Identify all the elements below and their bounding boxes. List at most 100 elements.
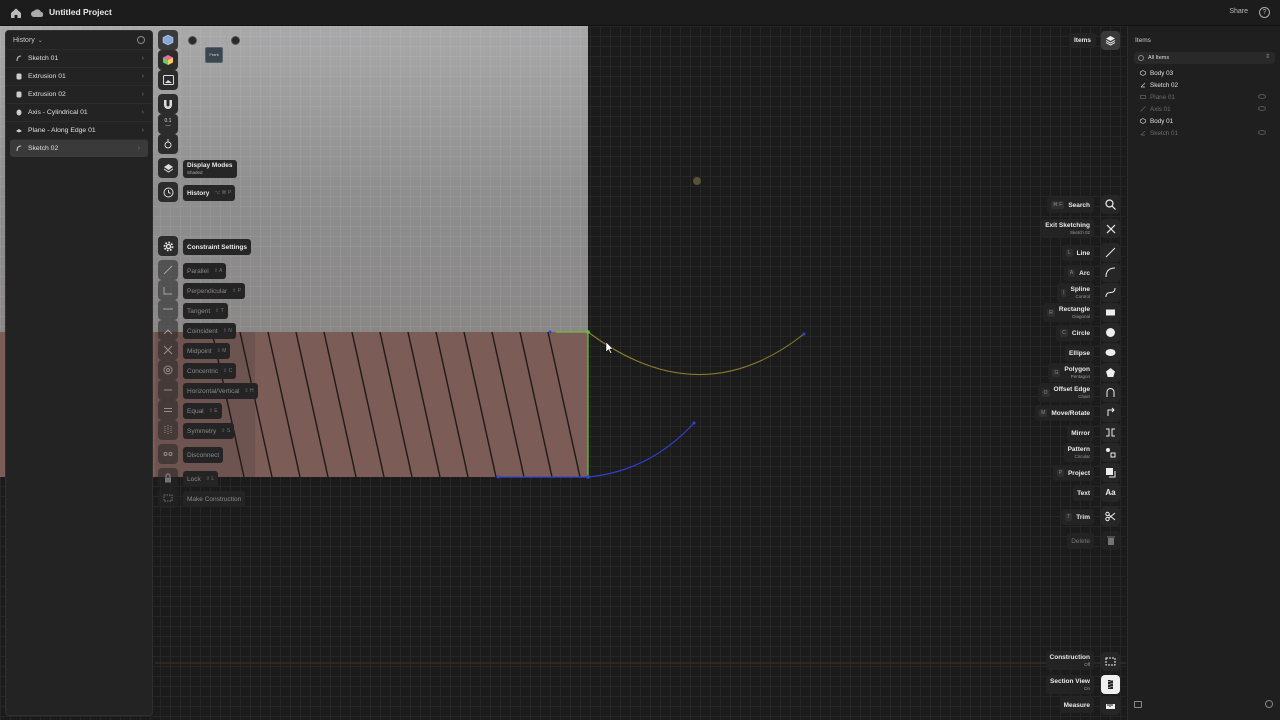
history-header[interactable]: History ⌄ <box>6 31 152 49</box>
sketch-point[interactable] <box>802 332 806 336</box>
move-rotate-tool-button[interactable] <box>1101 403 1120 422</box>
circle-label[interactable]: C Circle <box>1056 325 1094 341</box>
disconnect-button[interactable] <box>158 444 178 464</box>
offset-edge-label[interactable]: O Offset Edge Chain <box>1037 383 1094 402</box>
polygon-tool-button[interactable] <box>1101 363 1120 382</box>
equal-label[interactable]: Equal ⇧ E <box>183 403 222 419</box>
delete-label[interactable]: Delete <box>1067 533 1094 549</box>
perpendicular-constraint-button[interactable] <box>158 280 178 300</box>
tangent-constraint-button[interactable] <box>158 300 178 320</box>
lock-label[interactable]: Lock ⇧ L <box>183 471 219 487</box>
item-row[interactable]: Sketch 02 <box>1140 80 1178 90</box>
section-view-label[interactable]: Section View On <box>1046 675 1094 694</box>
lock-button[interactable] <box>158 468 178 488</box>
parallel-constraint-button[interactable] <box>158 260 178 280</box>
chevron-right-icon[interactable]: › <box>138 145 140 152</box>
ellipse-tool-button[interactable] <box>1101 343 1120 362</box>
item-row[interactable]: Plane 01 <box>1140 92 1175 102</box>
appearance-button[interactable] <box>158 50 178 70</box>
midpoint-constraint-button[interactable] <box>158 340 178 360</box>
sketch-arc-preview[interactable] <box>587 331 805 376</box>
arc-center-point[interactable] <box>693 177 701 185</box>
concentric-constraint-button[interactable] <box>158 360 178 380</box>
history-item-active[interactable]: Sketch 02 › <box>10 139 148 157</box>
items-toggle-label[interactable]: Items <box>1069 33 1096 48</box>
history-label[interactable]: History ⌥ ⌘ P <box>183 185 236 201</box>
text-label[interactable]: Text <box>1073 485 1094 501</box>
chevron-right-icon[interactable]: › <box>142 127 144 134</box>
sketch-point[interactable] <box>586 475 590 479</box>
constraint-settings-button[interactable] <box>158 236 178 256</box>
chevron-right-icon[interactable]: › <box>142 109 144 116</box>
history-item[interactable]: Plane - Along Edge 01 › <box>6 121 152 139</box>
items-filter-dropdown[interactable]: All Items ⇕ <box>1134 52 1275 64</box>
concentric-label[interactable]: Concentric ⇧ C <box>183 363 237 379</box>
pattern-tool-button[interactable] <box>1101 443 1120 462</box>
snap-button[interactable] <box>158 94 178 114</box>
polygon-label[interactable]: G Polygon Pentagon <box>1048 363 1094 382</box>
arc-tool-button[interactable] <box>1101 263 1120 282</box>
measure-label[interactable]: Measure <box>1059 697 1094 713</box>
construction-toggle-button[interactable] <box>1101 652 1120 671</box>
make-construction-label[interactable]: Make Construction <box>183 491 246 507</box>
coincident-label[interactable]: Coincident ⇧ N <box>183 323 236 339</box>
sketch-point[interactable] <box>586 330 590 334</box>
chevron-right-icon[interactable]: › <box>142 91 144 98</box>
constraint-settings-label[interactable]: Constraint Settings <box>183 239 251 255</box>
history-button[interactable] <box>158 182 178 202</box>
display-modes-label[interactable]: Display Modes Shaded <box>183 160 237 178</box>
equal-constraint-button[interactable] <box>158 400 178 420</box>
items-toggle-button[interactable] <box>1101 31 1120 50</box>
exit-sketching-button[interactable] <box>1101 219 1120 238</box>
item-row[interactable]: Axis 01 <box>1140 104 1171 114</box>
rotate-left-icon[interactable] <box>188 36 197 45</box>
coincident-constraint-button[interactable] <box>158 320 178 340</box>
line-label[interactable]: L Line <box>1061 245 1094 261</box>
visibility-eye-icon[interactable] <box>1258 94 1266 99</box>
horizontal-vertical-constraint-button[interactable] <box>158 380 178 400</box>
parallel-label[interactable]: Parallel ⇧ A <box>183 263 227 279</box>
symmetry-label[interactable]: Symmetry ⇧ S <box>183 423 235 439</box>
project-title[interactable]: Untitled Project <box>49 7 112 17</box>
visibility-eye-icon[interactable] <box>1258 106 1266 111</box>
tangent-label[interactable]: Tangent ⇧ T <box>183 303 228 319</box>
viewcube-toggle-button[interactable] <box>158 30 178 50</box>
symmetry-constraint-button[interactable] <box>158 420 178 440</box>
sketch-point[interactable] <box>548 330 552 334</box>
project-label[interactable]: P Project <box>1052 465 1094 481</box>
sketch-arc-blue[interactable] <box>587 422 695 478</box>
mirror-label[interactable]: Mirror <box>1067 425 1094 441</box>
item-row[interactable]: Body 03 <box>1140 68 1173 78</box>
text-tool-button[interactable]: Aa <box>1101 483 1120 502</box>
dimension-button[interactable]: 0.1— <box>158 114 178 134</box>
sketch-point[interactable] <box>692 421 696 425</box>
gear-icon[interactable] <box>137 36 145 44</box>
construction-label[interactable]: Construction Off <box>1045 651 1094 670</box>
project-tool-button[interactable] <box>1101 463 1120 482</box>
line-tool-button[interactable] <box>1101 243 1120 262</box>
material-button[interactable] <box>158 70 178 90</box>
item-row[interactable]: Body 01 <box>1140 116 1173 126</box>
move-rotate-label[interactable]: M Move/Rotate <box>1035 405 1094 421</box>
ellipse-label[interactable]: Ellipse <box>1065 345 1094 361</box>
spline-tool-button[interactable] <box>1101 283 1120 302</box>
settings-icon[interactable] <box>1265 700 1273 708</box>
spline-label[interactable]: I Spline Control <box>1057 283 1094 302</box>
chevron-down-icon[interactable]: ⌄ <box>38 37 43 44</box>
offset-edge-tool-button[interactable] <box>1101 383 1120 402</box>
rotate-right-icon[interactable] <box>231 36 240 45</box>
section-view-toggle-button[interactable] <box>1101 675 1120 694</box>
history-item[interactable]: Extrusion 01 › <box>6 67 152 85</box>
arc-label[interactable]: A Arc <box>1063 265 1094 281</box>
exit-sketching-label[interactable]: Exit Sketching Sketch 02 <box>1041 219 1094 238</box>
horizontal-vertical-label[interactable]: Horizontal/Vertical ⇧ H <box>183 383 258 399</box>
circle-tool-button[interactable] <box>1101 323 1120 342</box>
rectangle-label[interactable]: R Rectangle Diagonal <box>1043 303 1094 322</box>
history-item[interactable]: Axis - Cylindrical 01 › <box>6 103 152 121</box>
item-row[interactable]: Sketch 01 <box>1140 128 1178 138</box>
trim-label[interactable]: T Trim <box>1061 509 1094 525</box>
pattern-label[interactable]: Pattern Circular <box>1063 443 1094 462</box>
help-icon[interactable]: ? <box>1259 7 1270 18</box>
mirror-tool-button[interactable] <box>1101 423 1120 442</box>
sketch-point[interactable] <box>496 475 500 479</box>
